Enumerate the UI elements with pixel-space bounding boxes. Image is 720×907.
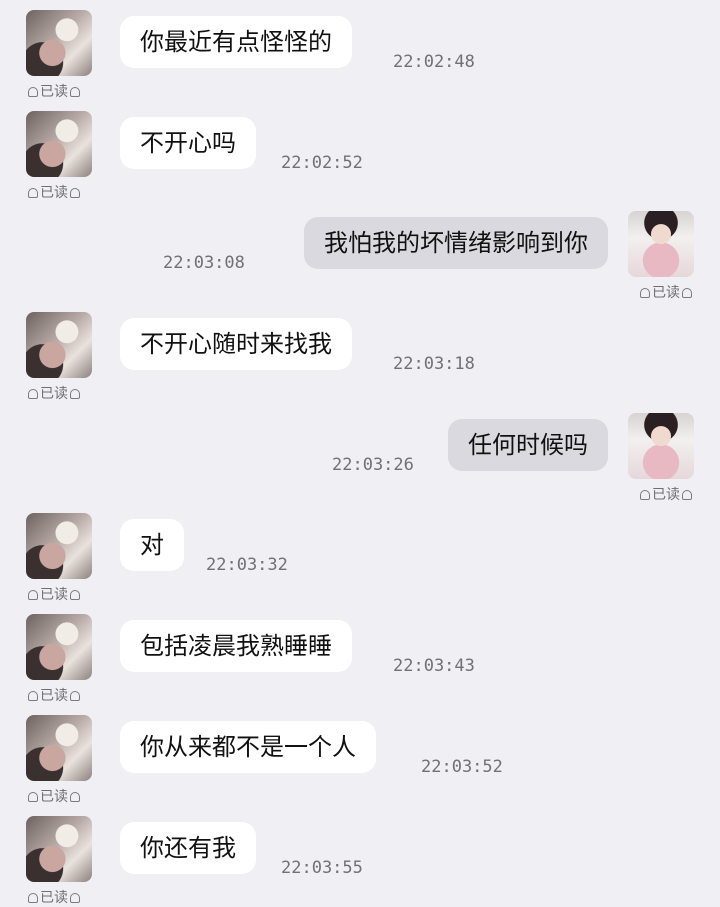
read-receipt: 已读: [28, 584, 80, 604]
bell-icon: [28, 188, 38, 198]
bell-icon: [28, 792, 38, 802]
message-row: 已读 你还有我 22:03:55: [0, 808, 720, 907]
read-label: 已读: [40, 688, 68, 704]
message-time: 22:02:48: [393, 52, 475, 72]
message-bubble[interactable]: 对: [120, 519, 184, 571]
bell-icon: [28, 87, 38, 97]
bell-icon: [70, 792, 80, 802]
avatar[interactable]: [26, 10, 92, 76]
message-bubble[interactable]: 你还有我: [120, 822, 256, 874]
message-time: 22:03:08: [163, 253, 245, 273]
avatar[interactable]: [628, 211, 694, 277]
avatar[interactable]: [26, 111, 92, 177]
message-bubble[interactable]: 不开心随时来找我: [120, 318, 352, 370]
bell-icon: [640, 288, 650, 298]
message-bubble[interactable]: 你从来都不是一个人: [120, 721, 376, 773]
read-receipt: 已读: [28, 685, 80, 705]
message-time: 22:03:26: [332, 455, 414, 475]
bell-icon: [28, 389, 38, 399]
message-row: 已读 对 22:03:32: [0, 505, 720, 605]
read-receipt: 已读: [28, 383, 80, 403]
bell-icon: [70, 590, 80, 600]
message-bubble[interactable]: 包括凌晨我熟睡睡: [120, 620, 352, 672]
message-time: 22:03:32: [206, 555, 288, 575]
message-bubble[interactable]: 任何时候吗: [448, 419, 608, 471]
bell-icon: [70, 188, 80, 198]
avatar[interactable]: [26, 715, 92, 781]
message-time: 22:03:18: [393, 354, 475, 374]
read-receipt: 已读: [640, 484, 692, 504]
read-label: 已读: [40, 890, 68, 906]
avatar[interactable]: [628, 413, 694, 479]
message-time: 22:03:52: [421, 757, 503, 777]
bell-icon: [70, 893, 80, 903]
read-receipt: 已读: [28, 81, 80, 101]
bell-icon: [28, 691, 38, 701]
message-row: 已读 不开心随时来找我 22:03:18: [0, 304, 720, 404]
message-row: 已读 你从来都不是一个人 22:03:52: [0, 707, 720, 807]
message-bubble[interactable]: 不开心吗: [120, 117, 256, 169]
read-label: 已读: [40, 587, 68, 603]
bell-icon: [28, 893, 38, 903]
read-receipt: 已读: [28, 786, 80, 806]
message-time: 22:02:52: [281, 153, 363, 173]
bell-icon: [70, 87, 80, 97]
avatar[interactable]: [26, 614, 92, 680]
read-label: 已读: [652, 487, 680, 503]
bell-icon: [28, 590, 38, 600]
message-time: 22:03:43: [393, 656, 475, 676]
read-label: 已读: [40, 789, 68, 805]
bell-icon: [70, 691, 80, 701]
message-row: 已读 不开心吗 22:02:52: [0, 103, 720, 203]
message-row: 已读 包括凌晨我熟睡睡 22:03:43: [0, 606, 720, 706]
bell-icon: [682, 288, 692, 298]
avatar[interactable]: [26, 816, 92, 882]
message-bubble[interactable]: 你最近有点怪怪的: [120, 16, 352, 68]
message-row: 已读 你最近有点怪怪的 22:02:48: [0, 2, 720, 102]
read-label: 已读: [40, 386, 68, 402]
message-time: 22:03:55: [281, 858, 363, 878]
read-label: 已读: [40, 185, 68, 201]
message-row: 已读 我怕我的坏情绪影响到你 22:03:08: [0, 203, 720, 303]
bell-icon: [682, 490, 692, 500]
avatar[interactable]: [26, 513, 92, 579]
read-receipt: 已读: [28, 182, 80, 202]
avatar[interactable]: [26, 312, 92, 378]
read-label: 已读: [652, 285, 680, 301]
message-row: 已读 任何时候吗 22:03:26: [0, 405, 720, 505]
bell-icon: [70, 389, 80, 399]
bell-icon: [640, 490, 650, 500]
read-label: 已读: [40, 84, 68, 100]
read-receipt: 已读: [640, 282, 692, 302]
read-receipt: 已读: [28, 887, 80, 907]
message-bubble[interactable]: 我怕我的坏情绪影响到你: [304, 217, 608, 269]
